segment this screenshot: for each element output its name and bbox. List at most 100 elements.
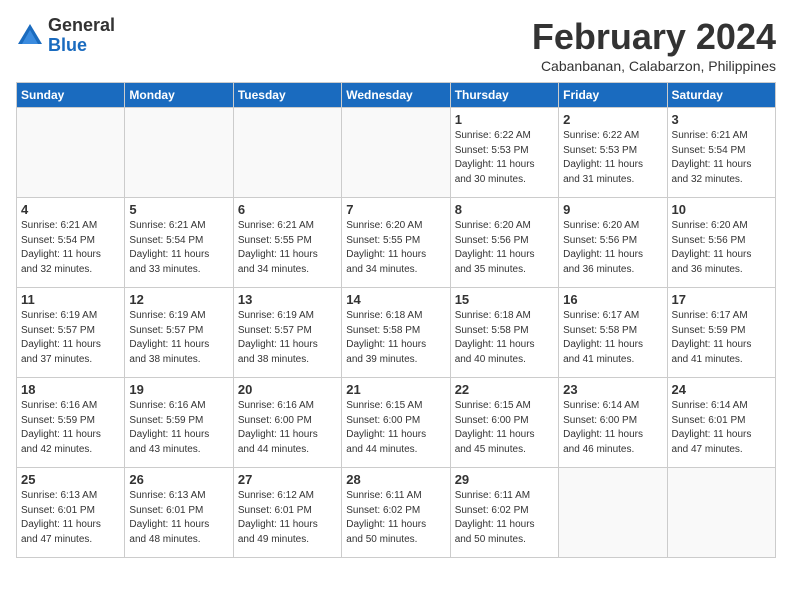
day-header-sunday: Sunday [17,83,125,108]
day-number: 1 [455,112,554,127]
day-number: 2 [563,112,662,127]
cell-info: Sunrise: 6:20 AM Sunset: 5:56 PM Dayligh… [455,219,554,277]
day-number: 18 [21,382,120,397]
day-header-wednesday: Wednesday [342,83,450,108]
calendar-cell [233,108,341,198]
calendar-cell [125,108,233,198]
calendar-cell: 26 Sunrise: 6:13 AM Sunset: 6:01 PM Dayli… [125,468,233,558]
cell-info: Sunrise: 6:19 AM Sunset: 5:57 PM Dayligh… [238,309,337,367]
logo-icon [16,22,44,50]
week-row-3: 18 Sunrise: 6:16 AM Sunset: 5:59 PM Dayli… [17,378,776,468]
cell-info: Sunrise: 6:15 AM Sunset: 6:00 PM Dayligh… [346,399,445,457]
day-number: 12 [129,292,228,307]
day-number: 28 [346,472,445,487]
calendar-cell: 2 Sunrise: 6:22 AM Sunset: 5:53 PM Daylig… [559,108,667,198]
calendar-cell: 9 Sunrise: 6:20 AM Sunset: 5:56 PM Daylig… [559,198,667,288]
cell-info: Sunrise: 6:13 AM Sunset: 6:01 PM Dayligh… [21,489,120,547]
day-number: 5 [129,202,228,217]
calendar-cell: 3 Sunrise: 6:21 AM Sunset: 5:54 PM Daylig… [667,108,775,198]
calendar-cell: 23Sunrise: 6:14 AM Sunset: 6:00 PM Dayli… [559,378,667,468]
day-number: 6 [238,202,337,217]
cell-info: Sunrise: 6:16 AM Sunset: 5:59 PM Dayligh… [21,399,120,457]
cell-info: Sunrise: 6:19 AM Sunset: 5:57 PM Dayligh… [21,309,120,367]
logo-general: General [48,16,115,36]
day-number: 22 [455,382,554,397]
day-header-saturday: Saturday [667,83,775,108]
day-header-thursday: Thursday [450,83,558,108]
calendar-cell: 18 Sunrise: 6:16 AM Sunset: 5:59 PM Dayli… [17,378,125,468]
cell-info: Sunrise: 6:20 AM Sunset: 5:56 PM Dayligh… [563,219,662,277]
day-header-monday: Monday [125,83,233,108]
cell-info: Sunrise: 6:15 AM Sunset: 6:00 PM Dayligh… [455,399,554,457]
week-row-1: 4 Sunrise: 6:21 AM Sunset: 5:54 PM Daylig… [17,198,776,288]
cell-info: Sunrise: 6:14 AM Sunset: 6:01 PM Dayligh… [672,399,771,457]
day-number: 7 [346,202,445,217]
day-header-tuesday: Tuesday [233,83,341,108]
header-row: SundayMondayTuesdayWednesdayThursdayFrid… [17,83,776,108]
calendar-cell: 22 Sunrise: 6:15 AM Sunset: 6:00 PM Dayli… [450,378,558,468]
cell-info: Sunrise: 6:17 AM Sunset: 5:59 PM Dayligh… [672,309,771,367]
day-number: 9 [563,202,662,217]
day-number: 11 [21,292,120,307]
calendar-cell: 5 Sunrise: 6:21 AM Sunset: 5:54 PM Daylig… [125,198,233,288]
month-title: February 2024 [532,16,776,58]
calendar-cell: 21Sunrise: 6:15 AM Sunset: 6:00 PM Dayli… [342,378,450,468]
logo-blue: Blue [48,36,115,56]
calendar-cell: 8 Sunrise: 6:20 AM Sunset: 5:56 PM Daylig… [450,198,558,288]
calendar-cell: 17 Sunrise: 6:17 AM Sunset: 5:59 PM Dayli… [667,288,775,378]
calendar-cell: 6 Sunrise: 6:21 AM Sunset: 5:55 PM Daylig… [233,198,341,288]
cell-info: Sunrise: 6:18 AM Sunset: 5:58 PM Dayligh… [346,309,445,367]
cell-info: Sunrise: 6:22 AM Sunset: 5:53 PM Dayligh… [563,129,662,187]
calendar-table: SundayMondayTuesdayWednesdayThursdayFrid… [16,82,776,558]
calendar-cell [17,108,125,198]
week-row-4: 25 Sunrise: 6:13 AM Sunset: 6:01 PM Dayli… [17,468,776,558]
cell-info: Sunrise: 6:21 AM Sunset: 5:54 PM Dayligh… [21,219,120,277]
logo-text: General Blue [48,16,115,56]
day-number: 26 [129,472,228,487]
calendar-cell: 13 Sunrise: 6:19 AM Sunset: 5:57 PM Dayli… [233,288,341,378]
title-area: February 2024 Cabanbanan, Calabarzon, Ph… [532,16,776,74]
calendar-cell: 16 Sunrise: 6:17 AM Sunset: 5:58 PM Dayli… [559,288,667,378]
cell-info: Sunrise: 6:22 AM Sunset: 5:53 PM Dayligh… [455,129,554,187]
cell-info: Sunrise: 6:21 AM Sunset: 5:54 PM Dayligh… [129,219,228,277]
calendar-cell: 15Sunrise: 6:18 AM Sunset: 5:58 PM Dayli… [450,288,558,378]
calendar-cell: 19 Sunrise: 6:16 AM Sunset: 5:59 PM Dayli… [125,378,233,468]
day-number: 14 [346,292,445,307]
cell-info: Sunrise: 6:21 AM Sunset: 5:55 PM Dayligh… [238,219,337,277]
day-number: 25 [21,472,120,487]
cell-info: Sunrise: 6:16 AM Sunset: 6:00 PM Dayligh… [238,399,337,457]
calendar-cell [559,468,667,558]
cell-info: Sunrise: 6:20 AM Sunset: 5:56 PM Dayligh… [672,219,771,277]
calendar-cell: 28 Sunrise: 6:11 AM Sunset: 6:02 PM Dayli… [342,468,450,558]
day-number: 8 [455,202,554,217]
cell-info: Sunrise: 6:21 AM Sunset: 5:54 PM Dayligh… [672,129,771,187]
calendar-cell: 7Sunrise: 6:20 AM Sunset: 5:55 PM Daylig… [342,198,450,288]
cell-info: Sunrise: 6:13 AM Sunset: 6:01 PM Dayligh… [129,489,228,547]
calendar-cell: 14 Sunrise: 6:18 AM Sunset: 5:58 PM Dayli… [342,288,450,378]
page-header: General Blue February 2024 Cabanbanan, C… [16,16,776,74]
cell-info: Sunrise: 6:12 AM Sunset: 6:01 PM Dayligh… [238,489,337,547]
day-number: 4 [21,202,120,217]
day-number: 17 [672,292,771,307]
day-number: 19 [129,382,228,397]
cell-info: Sunrise: 6:11 AM Sunset: 6:02 PM Dayligh… [346,489,445,547]
calendar-cell: 29Sunrise: 6:11 AM Sunset: 6:02 PM Dayli… [450,468,558,558]
cell-info: Sunrise: 6:14 AM Sunset: 6:00 PM Dayligh… [563,399,662,457]
cell-info: Sunrise: 6:16 AM Sunset: 5:59 PM Dayligh… [129,399,228,457]
calendar-cell: 10Sunrise: 6:20 AM Sunset: 5:56 PM Dayli… [667,198,775,288]
week-row-0: 1 Sunrise: 6:22 AM Sunset: 5:53 PM Daylig… [17,108,776,198]
calendar-cell: 12 Sunrise: 6:19 AM Sunset: 5:57 PM Dayli… [125,288,233,378]
cell-info: Sunrise: 6:17 AM Sunset: 5:58 PM Dayligh… [563,309,662,367]
calendar-cell: 4 Sunrise: 6:21 AM Sunset: 5:54 PM Daylig… [17,198,125,288]
day-header-friday: Friday [559,83,667,108]
cell-info: Sunrise: 6:19 AM Sunset: 5:57 PM Dayligh… [129,309,228,367]
day-number: 20 [238,382,337,397]
day-number: 13 [238,292,337,307]
day-number: 16 [563,292,662,307]
calendar-cell [342,108,450,198]
day-number: 3 [672,112,771,127]
day-number: 15 [455,292,554,307]
calendar-cell: 11 Sunrise: 6:19 AM Sunset: 5:57 PM Dayli… [17,288,125,378]
logo: General Blue [16,16,115,56]
day-number: 29 [455,472,554,487]
